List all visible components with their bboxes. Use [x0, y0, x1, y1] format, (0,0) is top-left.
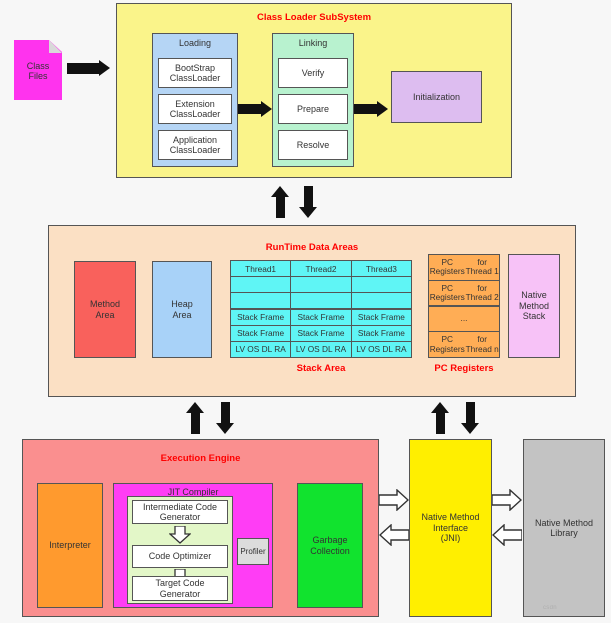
- target-code-generator-line2: Generator: [159, 588, 201, 599]
- pc-register-item-0-line1: PC Registers: [429, 256, 465, 277]
- stack-cell-r4-c0: Stack Frame: [231, 325, 291, 341]
- resolve-box[interactable]: Resolve: [278, 130, 348, 160]
- extension-classloader-line1: Extension: [175, 98, 215, 109]
- initialization-box[interactable]: Initialization: [391, 71, 482, 123]
- stack-cell-r2-c0: [231, 293, 291, 309]
- stack-cell-r3-c2: Stack Frame: [351, 309, 411, 325]
- stack-cell-r1-c2: [351, 277, 411, 293]
- native-method-stack-line3: Stack: [522, 311, 546, 322]
- pc-registers-box[interactable]: PC Registers for Thread 1 PC Registers for …: [428, 254, 500, 358]
- stack-cell-r1-c0: [231, 277, 291, 293]
- stack-cell-r5-c2: LV OS DL RA: [351, 341, 411, 357]
- pc-register-item-1: PC Registers for Thread 2: [429, 280, 499, 306]
- extension-classloader-line2: ClassLoader: [169, 109, 221, 119]
- pc-register-item-3: PC Registers for Thread n: [429, 332, 499, 357]
- pc-register-item-0-line2: for Thread 1: [465, 256, 499, 277]
- intermediate-code-generator-line1: Intermediate Code: [142, 501, 218, 512]
- code-optimizer-label: Code Optimizer: [148, 551, 212, 562]
- native-method-interface-line3: (JNI): [440, 533, 461, 544]
- native-method-stack-line1: Native: [521, 290, 547, 301]
- native-method-interface-line1: Native Method: [421, 512, 480, 523]
- prepare-label: Prepare: [296, 103, 330, 114]
- stack-cell-r2-c1: [291, 293, 351, 309]
- pc-register-item-2: ...: [429, 306, 499, 332]
- arrow-jni-to-execengine-icon: [379, 524, 409, 546]
- pc-register-item-3-line1: PC Registers: [429, 334, 465, 354]
- stack-cell-r0-c0: Thread1: [231, 261, 291, 276]
- intermediate-code-generator-line2: Generator: [159, 512, 201, 522]
- code-optimizer-box[interactable]: Code Optimizer: [132, 545, 228, 568]
- verify-label: Verify: [301, 67, 325, 78]
- class-loader-subsystem-title: Class Loader SubSystem: [256, 12, 372, 23]
- application-classloader-box[interactable]: Application ClassLoader: [158, 130, 232, 160]
- jit-arrow-1-icon: [169, 526, 191, 544]
- arrow-execengine-to-jni-icon: [379, 489, 409, 511]
- stack-cell-r2-c2: [351, 293, 411, 309]
- heap-area-line1: Heap: [171, 299, 193, 310]
- interpreter-label: Interpreter: [49, 540, 91, 551]
- initialization-label: Initialization: [412, 91, 461, 102]
- resolve-label: Resolve: [296, 139, 330, 150]
- method-area-line1: Method: [89, 299, 121, 310]
- class-files-fold-corner-icon: [49, 40, 62, 53]
- execution-engine-title: Execution Engine: [160, 453, 241, 464]
- linking-title: Linking: [298, 38, 328, 48]
- native-method-interface-line2: Interface: [432, 522, 469, 533]
- stack-cell-r5-c0: LV OS DL RA: [231, 341, 291, 357]
- profiler-box[interactable]: Profiler: [237, 538, 269, 565]
- method-area-line2: Area: [95, 309, 115, 320]
- pc-registers-caption: PC Registers: [434, 363, 494, 374]
- arrow-nativelib-to-jni-icon: [492, 524, 522, 546]
- class-files-label-line2: Files: [28, 71, 48, 81]
- extension-classloader-box[interactable]: Extension ClassLoader: [158, 94, 232, 124]
- pc-register-item-2-line1: ...: [460, 313, 468, 324]
- prepare-box[interactable]: Prepare: [278, 94, 348, 124]
- native-method-interface-box[interactable]: Native Method Interface (JNI): [409, 439, 492, 617]
- watermark: csdn: [543, 605, 557, 611]
- stack-cell-r1-c1: [291, 277, 351, 293]
- pc-register-item-1-line1: PC Registers: [429, 282, 465, 303]
- native-method-library-line1: Native Method: [534, 517, 594, 528]
- intermediate-code-generator-box[interactable]: Intermediate Code Generator: [132, 500, 228, 524]
- native-method-stack-line2: Method: [518, 300, 550, 311]
- garbage-collection-line2: Collection: [310, 545, 350, 556]
- class-files-label-line1: Class: [26, 60, 50, 71]
- interpreter-box[interactable]: Interpreter: [37, 483, 103, 608]
- pc-register-item-3-line2: for Thread n: [465, 334, 499, 354]
- heap-area-box[interactable]: Heap Area: [152, 261, 212, 358]
- verify-box[interactable]: Verify: [278, 58, 348, 88]
- class-files-label: Class Files: [14, 55, 62, 87]
- stack-area-grid[interactable]: Thread1 Thread2 Thread3 Stack Frame Stack Fr…: [230, 260, 412, 358]
- stack-cell-r4-c1: Stack Frame: [291, 325, 351, 341]
- stack-cell-r5-c1: LV OS DL RA: [291, 341, 351, 357]
- stack-cell-r0-c1: Thread2: [291, 261, 351, 276]
- native-method-library-line2: Library: [550, 528, 578, 538]
- bootstrap-classloader-box[interactable]: BootStrap ClassLoader: [158, 58, 232, 88]
- runtime-data-areas-title: RunTime Data Areas: [265, 242, 359, 253]
- garbage-collection-box[interactable]: Garbage Collection: [297, 483, 363, 608]
- method-area-box[interactable]: Method Area: [74, 261, 136, 358]
- bootstrap-classloader-line2: ClassLoader: [169, 73, 221, 83]
- garbage-collection-line1: Garbage: [312, 535, 348, 546]
- target-code-generator-box[interactable]: Target Code Generator: [132, 576, 228, 601]
- application-classloader-line2: ClassLoader: [169, 145, 221, 155]
- stack-cell-r3-c0: Stack Frame: [231, 309, 291, 325]
- stack-cell-r0-c2: Thread3: [351, 261, 411, 276]
- pc-register-item-0: PC Registers for Thread 1: [429, 255, 499, 280]
- stack-cell-r4-c2: Stack Frame: [351, 325, 411, 341]
- profiler-label: Profiler: [240, 546, 266, 556]
- native-method-stack-box[interactable]: Native Method Stack: [508, 254, 560, 358]
- native-method-library-box[interactable]: Native Method Library: [523, 439, 605, 617]
- bootstrap-classloader-line1: BootStrap: [174, 62, 216, 73]
- stack-cell-r3-c1: Stack Frame: [291, 309, 351, 325]
- heap-area-line2: Area: [172, 309, 192, 320]
- loading-title: Loading: [178, 38, 212, 48]
- target-code-generator-line1: Target Code: [155, 578, 205, 589]
- pc-register-item-1-line2: for Thread 2: [465, 282, 499, 303]
- stack-area-caption: Stack Area: [296, 363, 346, 374]
- arrow-jni-to-nativelib-icon: [492, 489, 522, 511]
- application-classloader-line1: Application: [172, 134, 218, 145]
